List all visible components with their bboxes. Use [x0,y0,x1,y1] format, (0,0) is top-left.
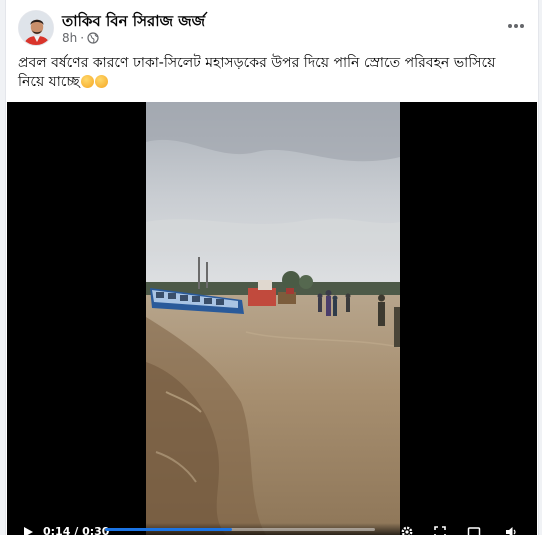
globe-icon [87,32,99,44]
progress-bar[interactable] [105,528,375,531]
avatar[interactable] [18,10,54,46]
post-header: তাকিব বিন সিরাজ জর্জ 8h · [6,0,538,52]
progress-fill [105,528,232,531]
post-time[interactable]: 8h [62,31,77,45]
post-card: তাকিব বিন সিরাজ জর্জ 8h · প্রবল বর্ষণের … [5,0,539,535]
avatar-image [19,11,53,45]
fullscreen-icon[interactable] [433,525,447,535]
more-dots-icon [508,24,524,28]
captions-icon[interactable] [467,525,481,535]
more-options-button[interactable] [502,14,530,38]
sad-face-emoji [94,75,108,88]
video-controls: 0:14 / 0:30 [7,523,537,535]
current-time: 0:14 [43,525,71,535]
video-frame-image [146,102,400,535]
video-frame[interactable] [146,102,400,535]
play-icon[interactable] [21,525,35,535]
volume-icon[interactable] [504,525,518,535]
settings-icon[interactable] [400,525,414,535]
time-separator: / [70,525,83,535]
post-caption: প্রবল বর্ষণের কারণে ঢাকা-সিলেট মহাসড়কের… [18,54,526,92]
meta-separator: · [80,31,85,45]
post-meta: 8h · [62,31,99,45]
sad-face-emoji [80,75,94,88]
video-player[interactable]: 0:14 / 0:30 [7,102,537,535]
video-time: 0:14 / 0:30 [43,525,109,535]
